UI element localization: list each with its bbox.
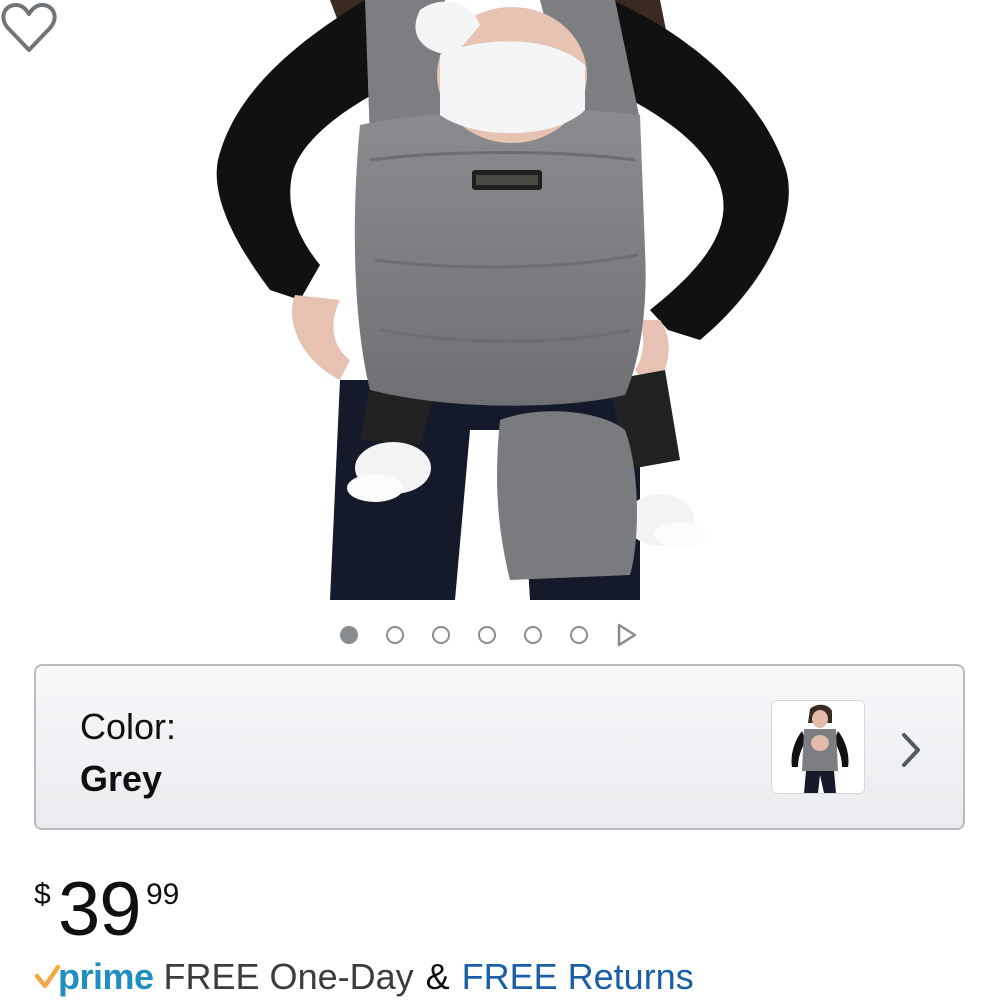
price-fraction: 99 [146,878,180,911]
ampersand: & [425,956,450,997]
prime-wordmark: prime [58,956,154,997]
carousel-dot-2[interactable] [386,626,404,644]
prime-logo: prime [34,956,154,998]
image-carousel-indicator [340,620,638,650]
color-selector[interactable]: Color: Grey [34,664,965,830]
shipping-info: prime FREE One-Day & FREE Returns [34,954,694,1000]
baby-carrier-photo [216,0,789,600]
heart-outline-icon[interactable] [0,0,58,56]
carousel-dot-4[interactable] [478,626,496,644]
grey-wrap-thumbnail[interactable] [771,700,865,794]
prime-check-icon [34,964,60,989]
color-label: Color: [80,706,177,747]
delivery-text: FREE One-Day [163,956,414,997]
carousel-dot-6[interactable] [570,626,588,644]
product-image[interactable] [0,0,999,600]
price-currency: $ [34,878,51,911]
price-whole: 39 [58,867,142,952]
chevron-right-icon [902,733,920,767]
carousel-dot-1[interactable] [340,626,358,644]
play-triangle-icon[interactable] [616,623,638,647]
carousel-dot-5[interactable] [524,626,542,644]
color-value: Grey [80,758,163,799]
carousel-dot-3[interactable] [432,626,450,644]
thumbnail-image [772,701,864,793]
free-returns-link[interactable]: FREE Returns [462,956,694,998]
